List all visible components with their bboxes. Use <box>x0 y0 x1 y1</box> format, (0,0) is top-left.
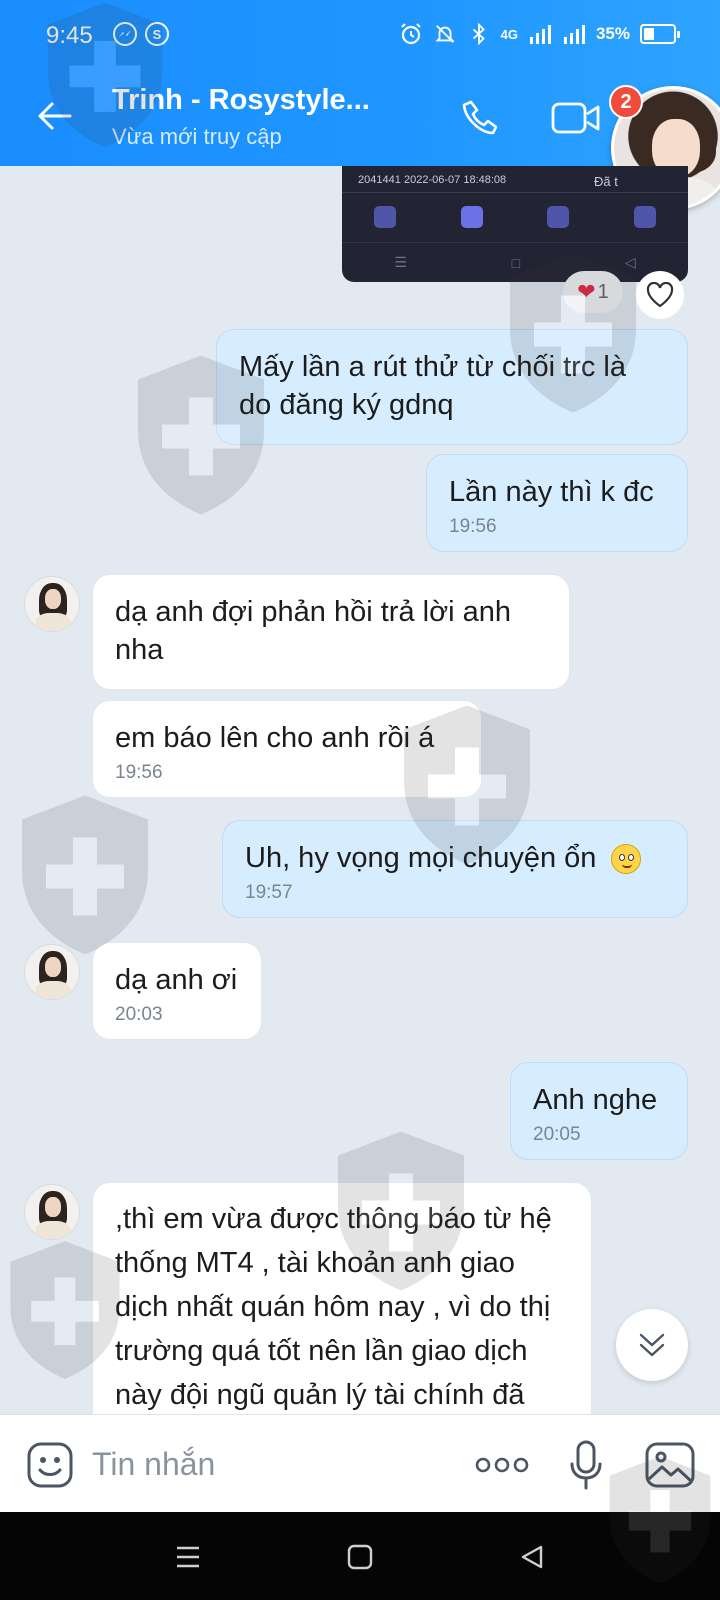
message-text: em báo lên cho anh rồi á <box>115 722 435 754</box>
message-text: Lần này thì k đc <box>449 476 654 508</box>
message-time: 19:56 <box>115 762 163 783</box>
video-camera-icon <box>551 102 600 134</box>
menu-lines-icon <box>177 1546 199 1568</box>
smile-emoji-icon <box>610 844 641 875</box>
shared-screenshot-image[interactable]: 2041441 2022-06-07 18:48:08 Đã t ☰ □ ◁ <box>342 166 688 282</box>
message-text: dạ anh đợi phản hồi trả lời anh nha <box>115 596 511 666</box>
menu-icon: ☰ <box>394 254 407 270</box>
message-text: Mấy lần a rút thử từ chối trc là do đăng… <box>239 351 626 421</box>
signal-icon <box>528 22 552 46</box>
message-time: 19:56 <box>449 516 497 537</box>
chat-messages[interactable]: 2041441 2022-06-07 18:48:08 Đã t ☰ □ ◁ ❤… <box>0 166 720 1414</box>
message-bubble-incoming[interactable]: dạ anh ơi 20:03 <box>92 942 262 1040</box>
battery-icon <box>640 24 680 44</box>
recent-apps-button[interactable] <box>158 1532 218 1582</box>
voice-message-button[interactable] <box>562 1437 610 1493</box>
message-text: Anh nghe <box>533 1084 658 1116</box>
message-time: 20:03 <box>115 1004 163 1025</box>
message-text: dạ anh ơi <box>115 964 238 996</box>
chart-icon <box>460 205 483 228</box>
message-bubble-outgoing[interactable]: Anh nghe 20:05 <box>510 1062 688 1160</box>
back-triangle-icon <box>521 1545 543 1569</box>
message-bubble-incoming[interactable]: em báo lên cho anh rồi á 19:56 <box>92 700 482 798</box>
microphone-icon <box>570 1440 602 1490</box>
photo-gallery-button[interactable] <box>642 1437 698 1493</box>
message-time: 19:57 <box>245 882 293 903</box>
home-button[interactable] <box>330 1532 390 1582</box>
message-input[interactable] <box>92 1441 432 1487</box>
reaction-summary[interactable]: ❤ 1 <box>563 271 623 313</box>
network-type: 4G <box>500 26 518 42</box>
square-icon: □ <box>511 254 521 271</box>
messenger-icon <box>113 22 137 46</box>
home-icon <box>374 205 397 228</box>
video-call-button[interactable] <box>548 94 604 142</box>
message-bubble-incoming[interactable]: dạ anh đợi phản hồi trả lời anh nha <box>92 574 570 690</box>
more-dots-icon <box>475 1457 529 1473</box>
sticker-smile-icon <box>27 1442 73 1488</box>
profile-icon <box>633 205 656 228</box>
message-input-bar <box>0 1414 720 1512</box>
system-navigation-bar <box>0 1512 720 1600</box>
skype-icon: S <box>145 22 169 46</box>
image-datetime: 2022-06-07 18:48:08 <box>404 174 507 186</box>
add-reaction-button[interactable] <box>636 271 684 319</box>
emoji-button[interactable] <box>24 1439 76 1491</box>
message-time: 20:05 <box>533 1124 581 1145</box>
voice-call-button[interactable] <box>456 94 504 142</box>
double-chevron-down-icon <box>639 1333 665 1357</box>
alarm-icon <box>399 22 423 46</box>
bluetooth-icon <box>467 22 491 46</box>
message-text: Uh, hy vọng mọi chuyện ổn <box>245 842 597 874</box>
message-text: ,thì em vừa được thông báo từ hệ thống M… <box>115 1203 552 1411</box>
contact-avatar[interactable] <box>24 576 80 632</box>
exchange-icon <box>547 205 570 228</box>
home-square-icon <box>347 1544 373 1570</box>
contact-name[interactable]: Trinh - Rosystyle... <box>112 84 370 117</box>
reaction-count: 1 <box>597 280 609 303</box>
unread-badge: 2 <box>609 85 643 119</box>
message-bubble-outgoing[interactable]: Uh, hy vọng mọi chuyện ổn 19:57 <box>222 820 688 918</box>
heart-outline-icon <box>646 282 674 308</box>
status-time: 9:45 <box>46 22 93 49</box>
contact-avatar[interactable] <box>24 1184 80 1240</box>
triangle-back-icon: ◁ <box>624 254 636 270</box>
image-status-text: Đã t <box>594 174 618 189</box>
scroll-to-bottom-button[interactable] <box>616 1309 688 1381</box>
heart-reaction-icon: ❤ <box>577 279 596 304</box>
mute-bell-icon <box>433 22 457 46</box>
message-bubble-outgoing[interactable]: Lần này thì k đc 19:56 <box>426 454 688 552</box>
contact-status: Vừa mới truy cập <box>112 124 282 149</box>
back-button[interactable] <box>30 92 78 140</box>
battery-percent: 35% <box>595 24 630 43</box>
more-options-button[interactable] <box>472 1445 532 1485</box>
image-icon <box>645 1442 695 1488</box>
status-bar: 9:45 S 4G 35% <box>0 0 720 70</box>
phone-icon <box>462 100 498 135</box>
contact-avatar[interactable] <box>24 944 80 1000</box>
message-bubble-incoming[interactable]: ,thì em vừa được thông báo từ hệ thống M… <box>92 1182 592 1414</box>
image-order-id: 2041441 <box>358 174 401 186</box>
back-arrow-icon <box>38 102 72 130</box>
system-back-button[interactable] <box>502 1532 562 1582</box>
message-bubble-outgoing[interactable]: Mấy lần a rút thử từ chối trc là do đăng… <box>216 329 688 445</box>
signal-2-icon <box>562 22 586 46</box>
